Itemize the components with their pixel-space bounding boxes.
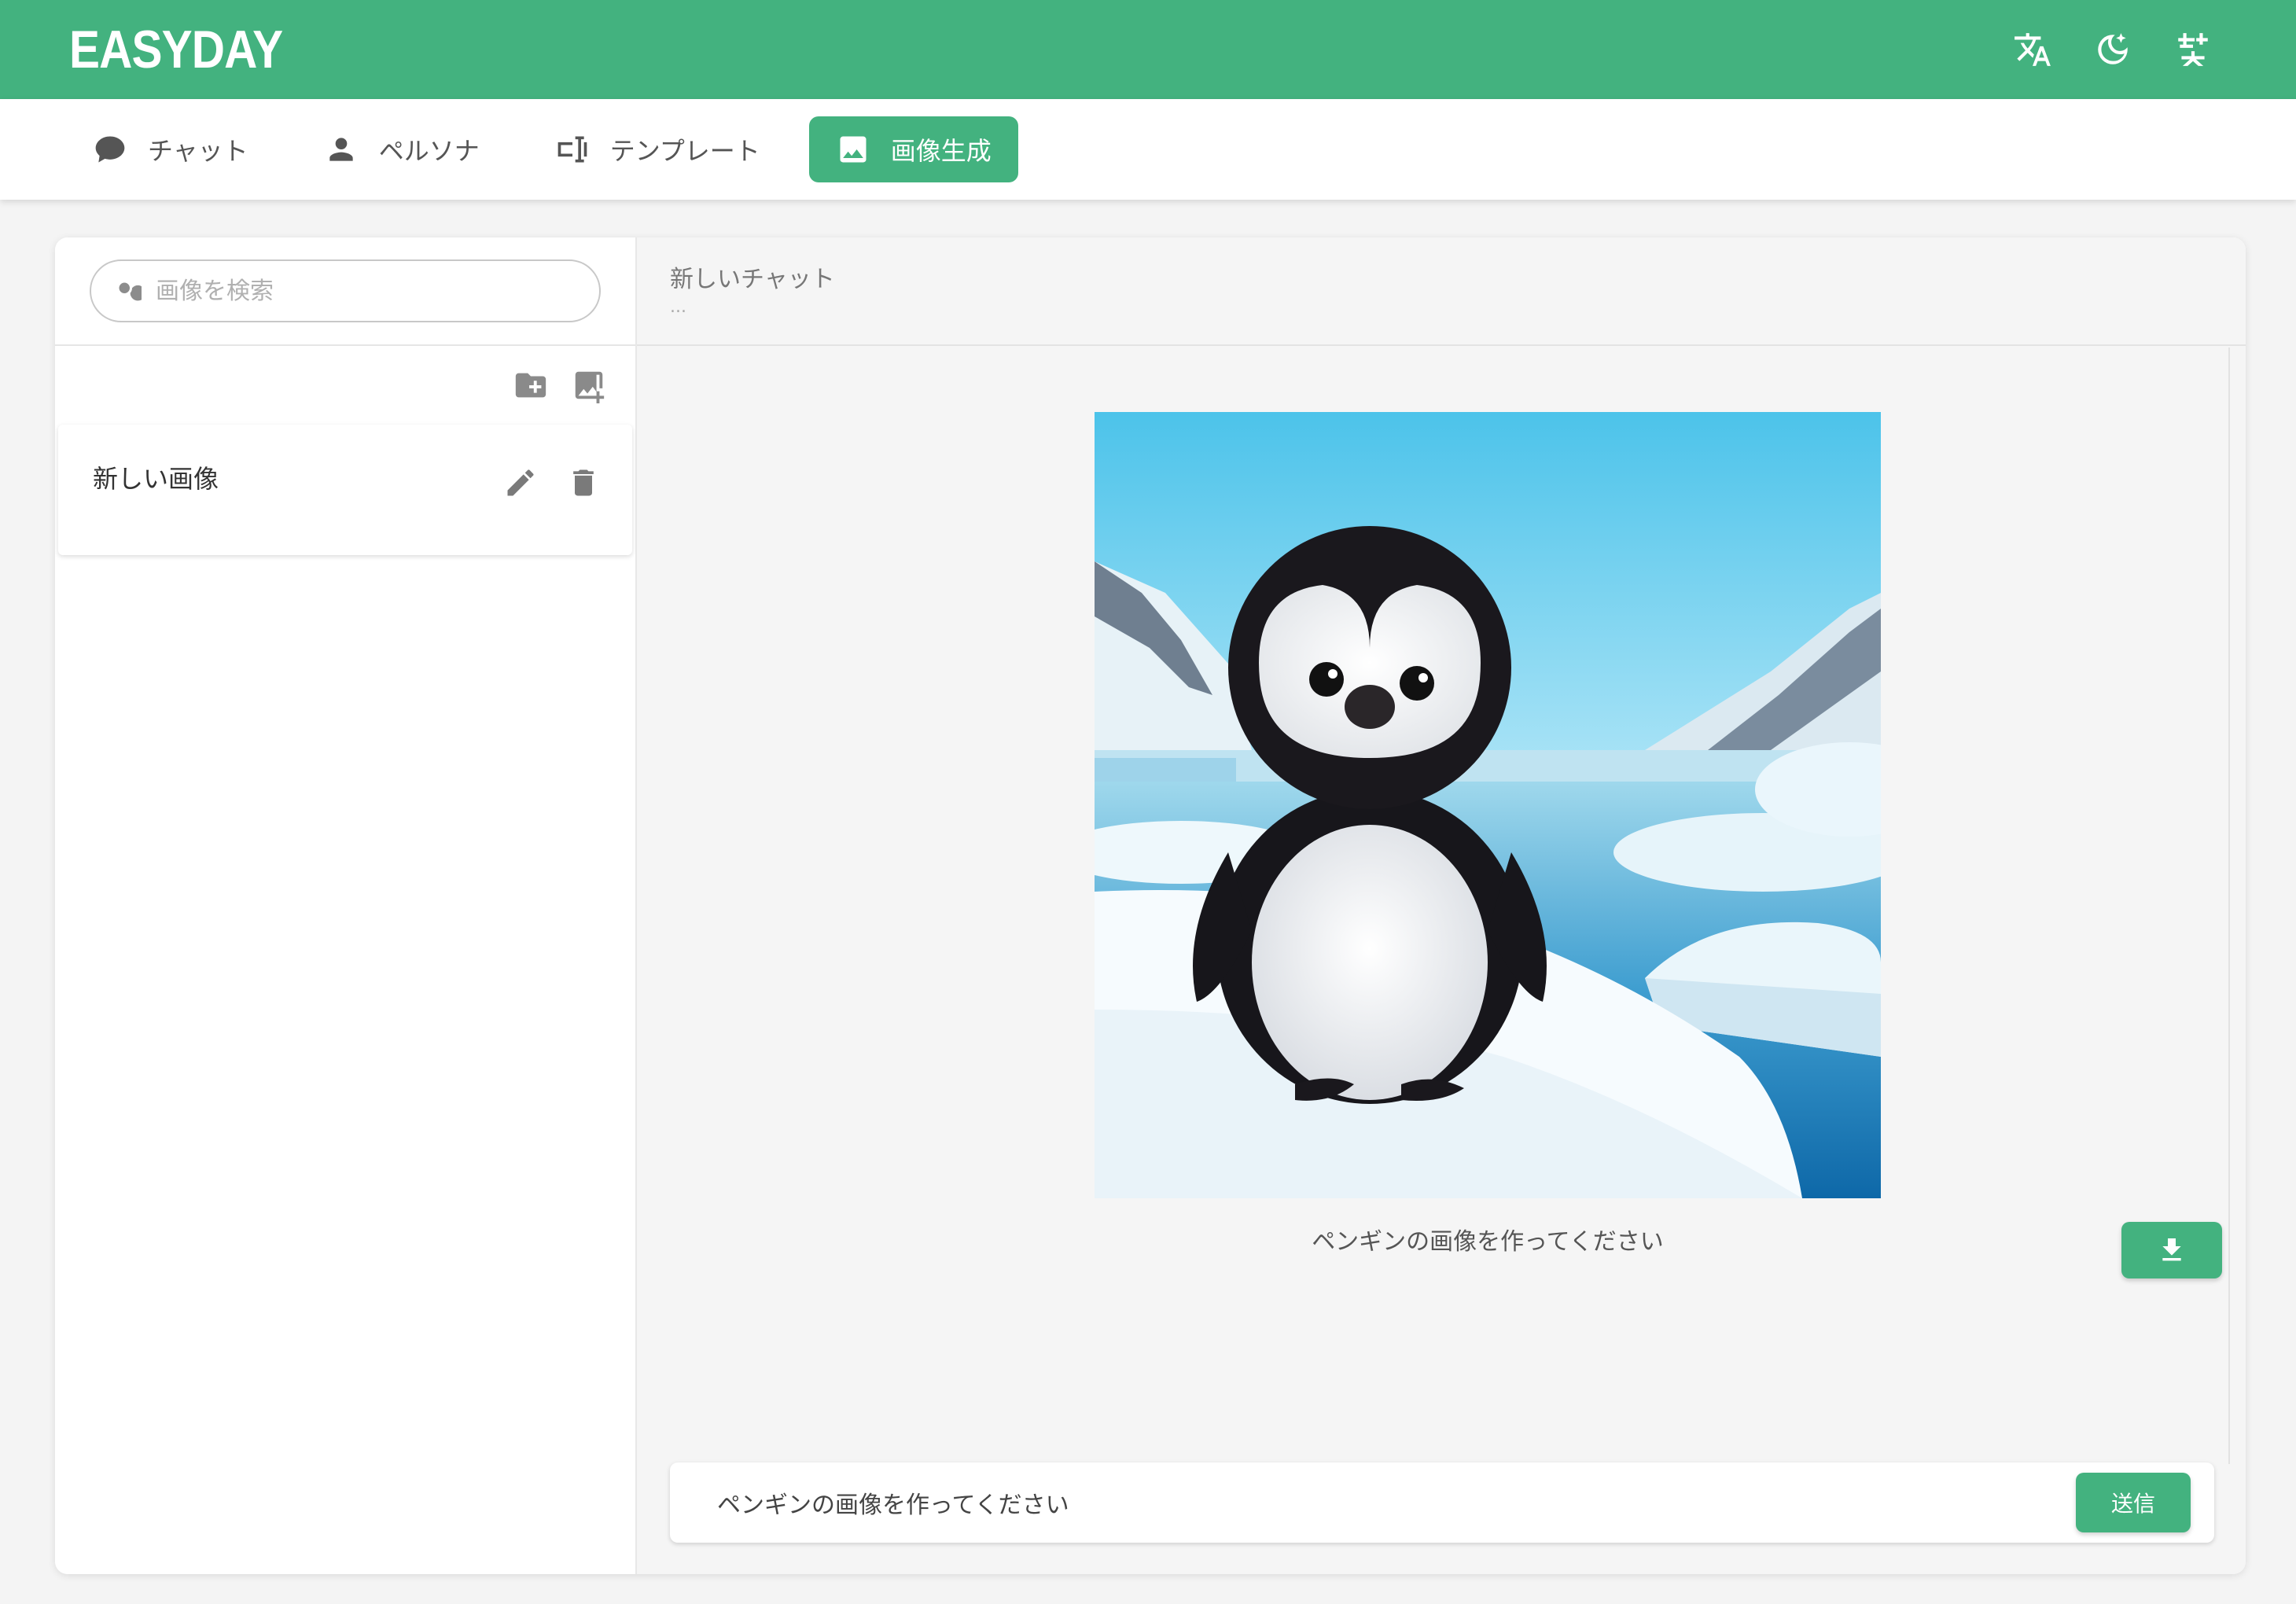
- person-icon: [329, 138, 353, 161]
- prompt-input[interactable]: [717, 1488, 2007, 1517]
- translate-button[interactable]: [2008, 25, 2057, 74]
- penguin-image: [1095, 412, 1881, 1198]
- search-area: [55, 237, 635, 346]
- font-size-button[interactable]: [2169, 25, 2217, 74]
- font-size-icon: [2178, 33, 2208, 66]
- image-icon: [840, 136, 867, 163]
- new-folder-icon[interactable]: [513, 367, 549, 403]
- app-logo: EASYDAY: [69, 20, 283, 79]
- tab-image-generation-label: 画像生成: [890, 136, 992, 166]
- template-icon: [557, 136, 587, 163]
- search-input[interactable]: [156, 277, 577, 305]
- add-image-icon[interactable]: [571, 367, 607, 403]
- tab-template[interactable]: テンプレート: [528, 116, 787, 182]
- download-button[interactable]: [2121, 1222, 2222, 1278]
- search-box: [90, 259, 601, 322]
- tab-image-generation[interactable]: 画像生成: [808, 116, 1018, 182]
- sidebar-tools: [55, 346, 635, 425]
- tab-persona[interactable]: ペルソナ: [297, 116, 506, 182]
- tab-chat[interactable]: チャット: [66, 116, 275, 182]
- app-header: EASYDAY: [0, 0, 2296, 99]
- scrollbar[interactable]: [2228, 348, 2230, 1464]
- trash-icon[interactable]: [566, 465, 601, 500]
- tab-chat-label: チャット: [148, 136, 248, 166]
- tab-persona-label: ペルソナ: [378, 136, 480, 166]
- send-button[interactable]: 送信: [2076, 1473, 2191, 1532]
- generated-image: [1095, 412, 1881, 1198]
- image-caption: ペンギンの画像を作ってください: [1312, 1228, 1664, 1256]
- chat-bubble-icon: [95, 136, 125, 163]
- translate-icon: [2015, 33, 2051, 66]
- chat-content: 新しいチャット ... ペンギンの画像を作ってください ペンギンの画像を作ってく…: [637, 237, 2246, 1574]
- chat-title: 新しいチャット: [670, 266, 835, 293]
- header-actions: [2008, 25, 2217, 74]
- download-icon: [2162, 1238, 2181, 1261]
- list-item[interactable]: 新しい画像: [58, 425, 632, 555]
- edit-icon[interactable]: [503, 465, 538, 500]
- list-item-label: 新しい画像: [93, 464, 219, 494]
- search-icon: [119, 282, 142, 301]
- image-sidebar: 新しい画像: [55, 237, 637, 1574]
- chat-subtitle: ...: [670, 297, 686, 317]
- dark-mode-icon: [2098, 33, 2128, 64]
- main-card: 新しい画像 新しいチャット ...: [55, 237, 2246, 1574]
- main-tabs: チャット ペルソナ テンプレート 画像生成: [0, 99, 2296, 200]
- tab-template-label: テンプレート: [609, 136, 760, 166]
- dark-mode-button[interactable]: [2088, 25, 2137, 74]
- list-item-actions: [503, 465, 601, 500]
- chat-header: 新しいチャット ...: [637, 237, 2246, 346]
- message-composer: 送信: [670, 1462, 2214, 1543]
